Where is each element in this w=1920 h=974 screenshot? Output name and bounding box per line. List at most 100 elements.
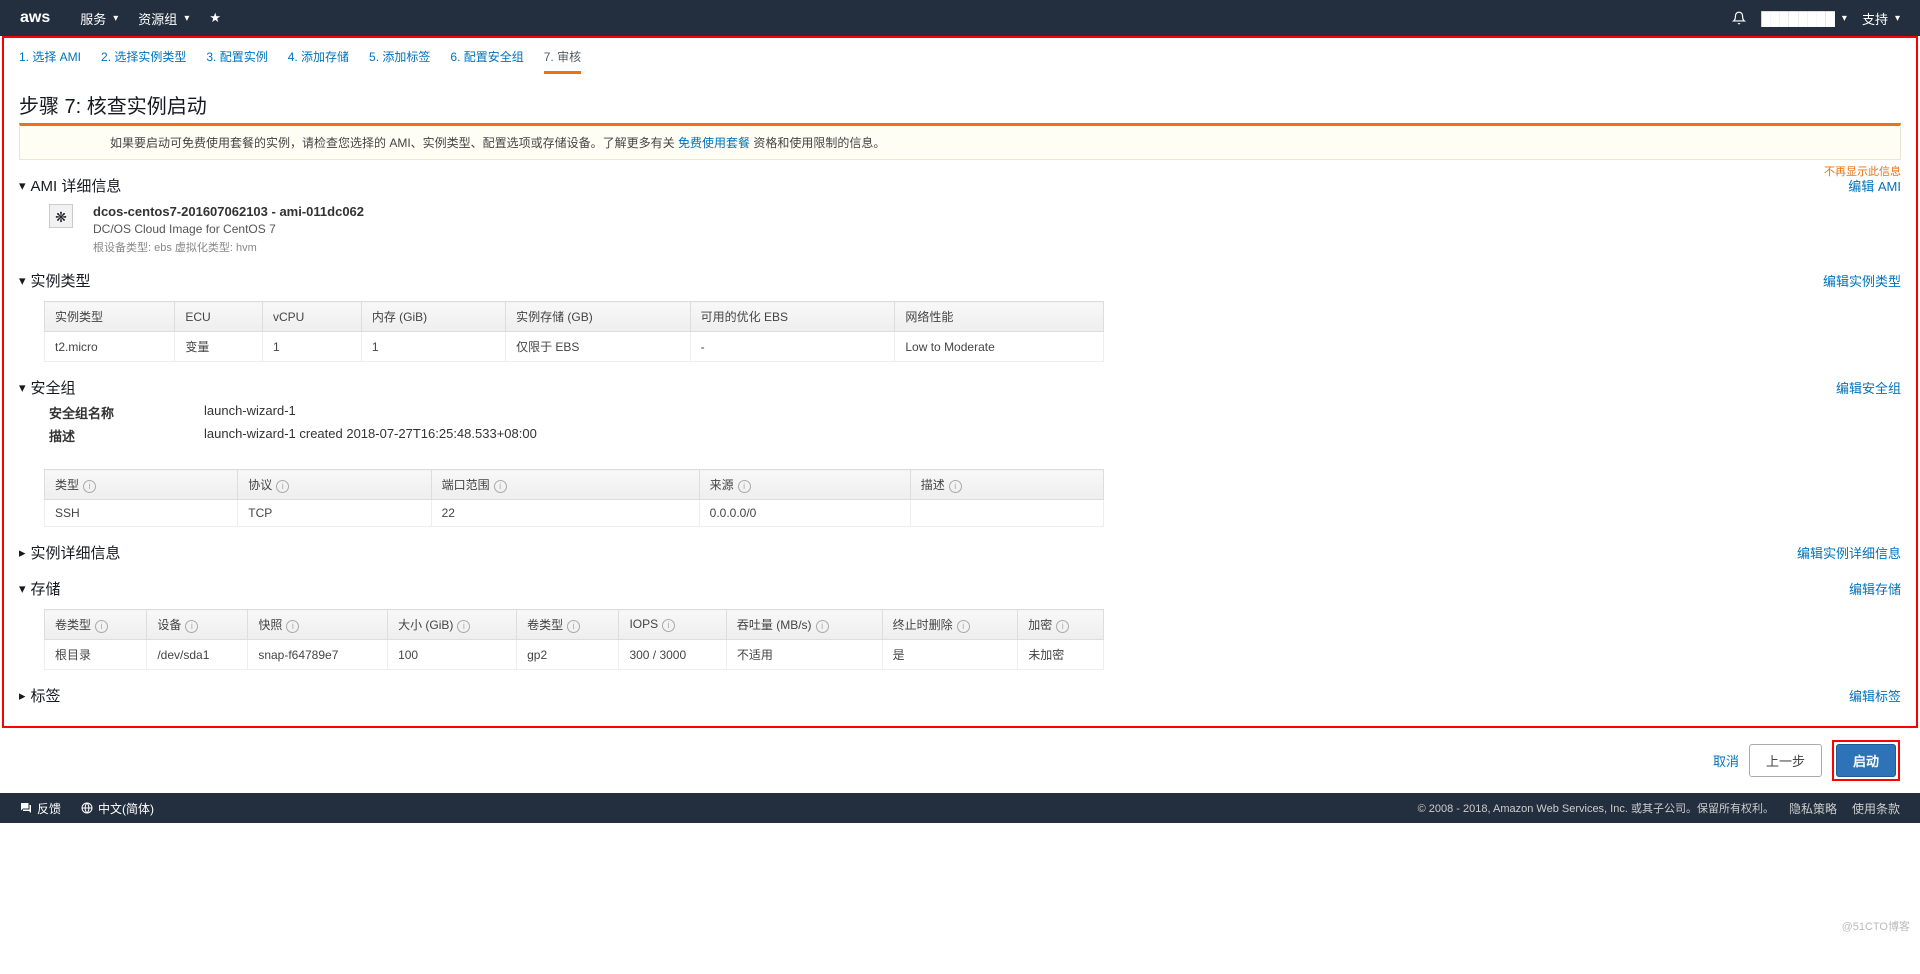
security-group-section: 安全组 编辑安全组 安全组名称 launch-wizard-1 描述 launc… (19, 377, 1901, 527)
support-menu[interactable]: 支持 (1862, 9, 1900, 28)
free-tier-banner: 如果要启动可免费使用套餐的实例，请检查您选择的 AMI、实例类型、配置选项或存储… (19, 123, 1901, 160)
info-icon[interactable]: i (949, 480, 962, 493)
previous-button[interactable]: 上一步 (1749, 744, 1822, 777)
free-tier-link[interactable]: 免费使用套餐 (678, 136, 750, 150)
step-4[interactable]: 4. 添加存储 (288, 48, 349, 74)
info-icon[interactable]: i (95, 620, 108, 633)
col-size: 大小 (GiB)i (388, 610, 517, 640)
info-icon[interactable]: i (738, 480, 751, 493)
info-icon[interactable]: i (494, 480, 507, 493)
info-icon[interactable]: i (286, 620, 299, 633)
info-icon[interactable]: i (276, 480, 289, 493)
cancel-link[interactable]: 取消 (1713, 751, 1739, 770)
ami-meta: 根设备类型: ebs 虚拟化类型: hvm (93, 239, 364, 255)
step-3[interactable]: 3. 配置实例 (206, 48, 267, 74)
table-row: t2.micro 变量 1 1 仅限于 EBS - Low to Moderat… (45, 332, 1104, 362)
col-sg-desc: 描述i (910, 470, 1103, 500)
banner-text-prefix: 如果要启动可免费使用套餐的实例，请检查您选择的 AMI、实例类型、配置选项或存储… (110, 136, 678, 150)
instance-type-section: 实例类型 编辑实例类型 实例类型 ECU vCPU 内存 (GiB) 实例存储 … (19, 270, 1901, 362)
info-icon[interactable]: i (957, 620, 970, 633)
edit-sg-link[interactable]: 编辑安全组 (1836, 378, 1901, 397)
sg-name-value: launch-wizard-1 (204, 403, 296, 422)
edit-tags-link[interactable]: 编辑标签 (1849, 686, 1901, 705)
col-mem: 内存 (GiB) (361, 302, 505, 332)
col-net: 网络性能 (895, 302, 1104, 332)
notifications-icon[interactable] (1732, 11, 1746, 25)
step-1[interactable]: 1. 选择 AMI (19, 48, 81, 74)
footer-actions: 取消 上一步 启动 (0, 728, 1920, 793)
sg-desc-label: 描述 (49, 426, 204, 445)
instance-heading: 实例类型 (31, 270, 1823, 291)
col-vol: 卷类型i (517, 610, 619, 640)
instance-detail-toggle-icon[interactable] (19, 545, 26, 561)
ami-title: dcos-centos7-201607062103 - ami-011dc062 (93, 204, 364, 219)
language-selector[interactable]: 中文(简体) (81, 800, 154, 817)
page-title: 步骤 7: 核查实例启动 (19, 90, 1901, 119)
col-snap: 快照i (248, 610, 388, 640)
ami-description: DC/OS Cloud Image for CentOS 7 (93, 222, 364, 236)
table-row: SSH TCP 22 0.0.0.0/0 (45, 500, 1104, 527)
info-icon[interactable]: i (83, 480, 96, 493)
storage-heading: 存储 (31, 578, 1849, 599)
info-icon[interactable]: i (1056, 620, 1069, 633)
col-instance-type: 实例类型 (45, 302, 175, 332)
banner-text-suffix: 资格和使用限制的信息。 (753, 136, 885, 150)
col-storage: 实例存储 (GB) (506, 302, 691, 332)
highlight-box: 1. 选择 AMI 2. 选择实例类型 3. 配置实例 4. 添加存储 5. 添… (2, 36, 1918, 728)
feedback-link[interactable]: 反馈 (20, 800, 61, 817)
instance-toggle-icon[interactable] (19, 273, 26, 289)
step-5[interactable]: 5. 添加标签 (369, 48, 430, 74)
edit-storage-link[interactable]: 编辑存储 (1849, 579, 1901, 598)
info-icon[interactable]: i (816, 620, 829, 633)
banner-dismiss[interactable]: 不再显示此信息 (1824, 163, 1901, 179)
ami-os-icon: ❋ (49, 204, 73, 228)
security-group-table: 类型i 协议i 端口范围i 来源i 描述i SSH TCP 22 0.0.0.0… (44, 469, 1104, 527)
sg-heading: 安全组 (31, 377, 1836, 398)
ami-toggle-icon[interactable] (19, 178, 26, 194)
sg-desc-value: launch-wizard-1 created 2018-07-27T16:25… (204, 426, 537, 445)
storage-toggle-icon[interactable] (19, 581, 26, 597)
step-2[interactable]: 2. 选择实例类型 (101, 48, 186, 74)
col-sg-proto: 协议i (238, 470, 431, 500)
col-vcpu: vCPU (262, 302, 361, 332)
edit-instance-link[interactable]: 编辑实例类型 (1823, 271, 1901, 290)
sg-toggle-icon[interactable] (19, 380, 26, 396)
account-menu[interactable]: ████████ (1761, 11, 1847, 26)
col-enc: 加密i (1018, 610, 1104, 640)
launch-button[interactable]: 启动 (1836, 744, 1896, 777)
resource-groups-menu[interactable]: 资源组 (138, 9, 189, 28)
info-icon[interactable]: i (457, 620, 470, 633)
ami-section: AMI 详细信息 编辑 AMI ❋ dcos-centos7-201607062… (19, 175, 1901, 255)
col-ebs: 可用的优化 EBS (690, 302, 895, 332)
copyright-text: © 2008 - 2018, Amazon Web Services, Inc.… (1418, 800, 1774, 816)
bottom-nav: 反馈 中文(简体) © 2008 - 2018, Amazon Web Serv… (0, 793, 1920, 823)
col-sg-port: 端口范围i (431, 470, 699, 500)
pin-icon[interactable]: ★ (209, 10, 221, 26)
tags-heading: 标签 (31, 685, 1849, 706)
info-icon[interactable]: i (662, 619, 675, 632)
instance-type-table: 实例类型 ECU vCPU 内存 (GiB) 实例存储 (GB) 可用的优化 E… (44, 301, 1104, 362)
col-delterm: 终止时删除i (882, 610, 1018, 640)
edit-instance-detail-link[interactable]: 编辑实例详细信息 (1797, 543, 1901, 562)
table-row: 根目录 /dev/sda1 snap-f64789e7 100 gp2 300 … (45, 640, 1104, 670)
ami-heading: AMI 详细信息 (31, 175, 1849, 196)
tags-section: 标签 编辑标签 (19, 685, 1901, 706)
info-icon[interactable]: i (567, 620, 580, 633)
col-sg-type: 类型i (45, 470, 238, 500)
storage-section: 存储 编辑存储 卷类型i 设备i 快照i 大小 (GiB)i 卷类型i IOPS… (19, 578, 1901, 670)
launch-highlight: 启动 (1832, 740, 1900, 781)
privacy-link[interactable]: 隐私策略 (1789, 800, 1837, 817)
instance-detail-section: 实例详细信息 编辑实例详细信息 (19, 542, 1901, 563)
wizard-steps: 1. 选择 AMI 2. 选择实例类型 3. 配置实例 4. 添加存储 5. 添… (19, 43, 1901, 82)
col-iops: IOPSi (619, 610, 726, 640)
aws-logo[interactable]: aws (20, 9, 50, 27)
services-menu[interactable]: 服务 (80, 9, 118, 28)
terms-link[interactable]: 使用条款 (1852, 800, 1900, 817)
col-tput: 吞吐量 (MB/s)i (726, 610, 882, 640)
step-6[interactable]: 6. 配置安全组 (450, 48, 523, 74)
step-7[interactable]: 7. 审核 (544, 48, 581, 74)
tags-toggle-icon[interactable] (19, 688, 26, 704)
info-icon[interactable]: i (185, 620, 198, 633)
top-nav: aws 服务 资源组 ★ ████████ 支持 (0, 0, 1920, 36)
sg-name-label: 安全组名称 (49, 403, 204, 422)
